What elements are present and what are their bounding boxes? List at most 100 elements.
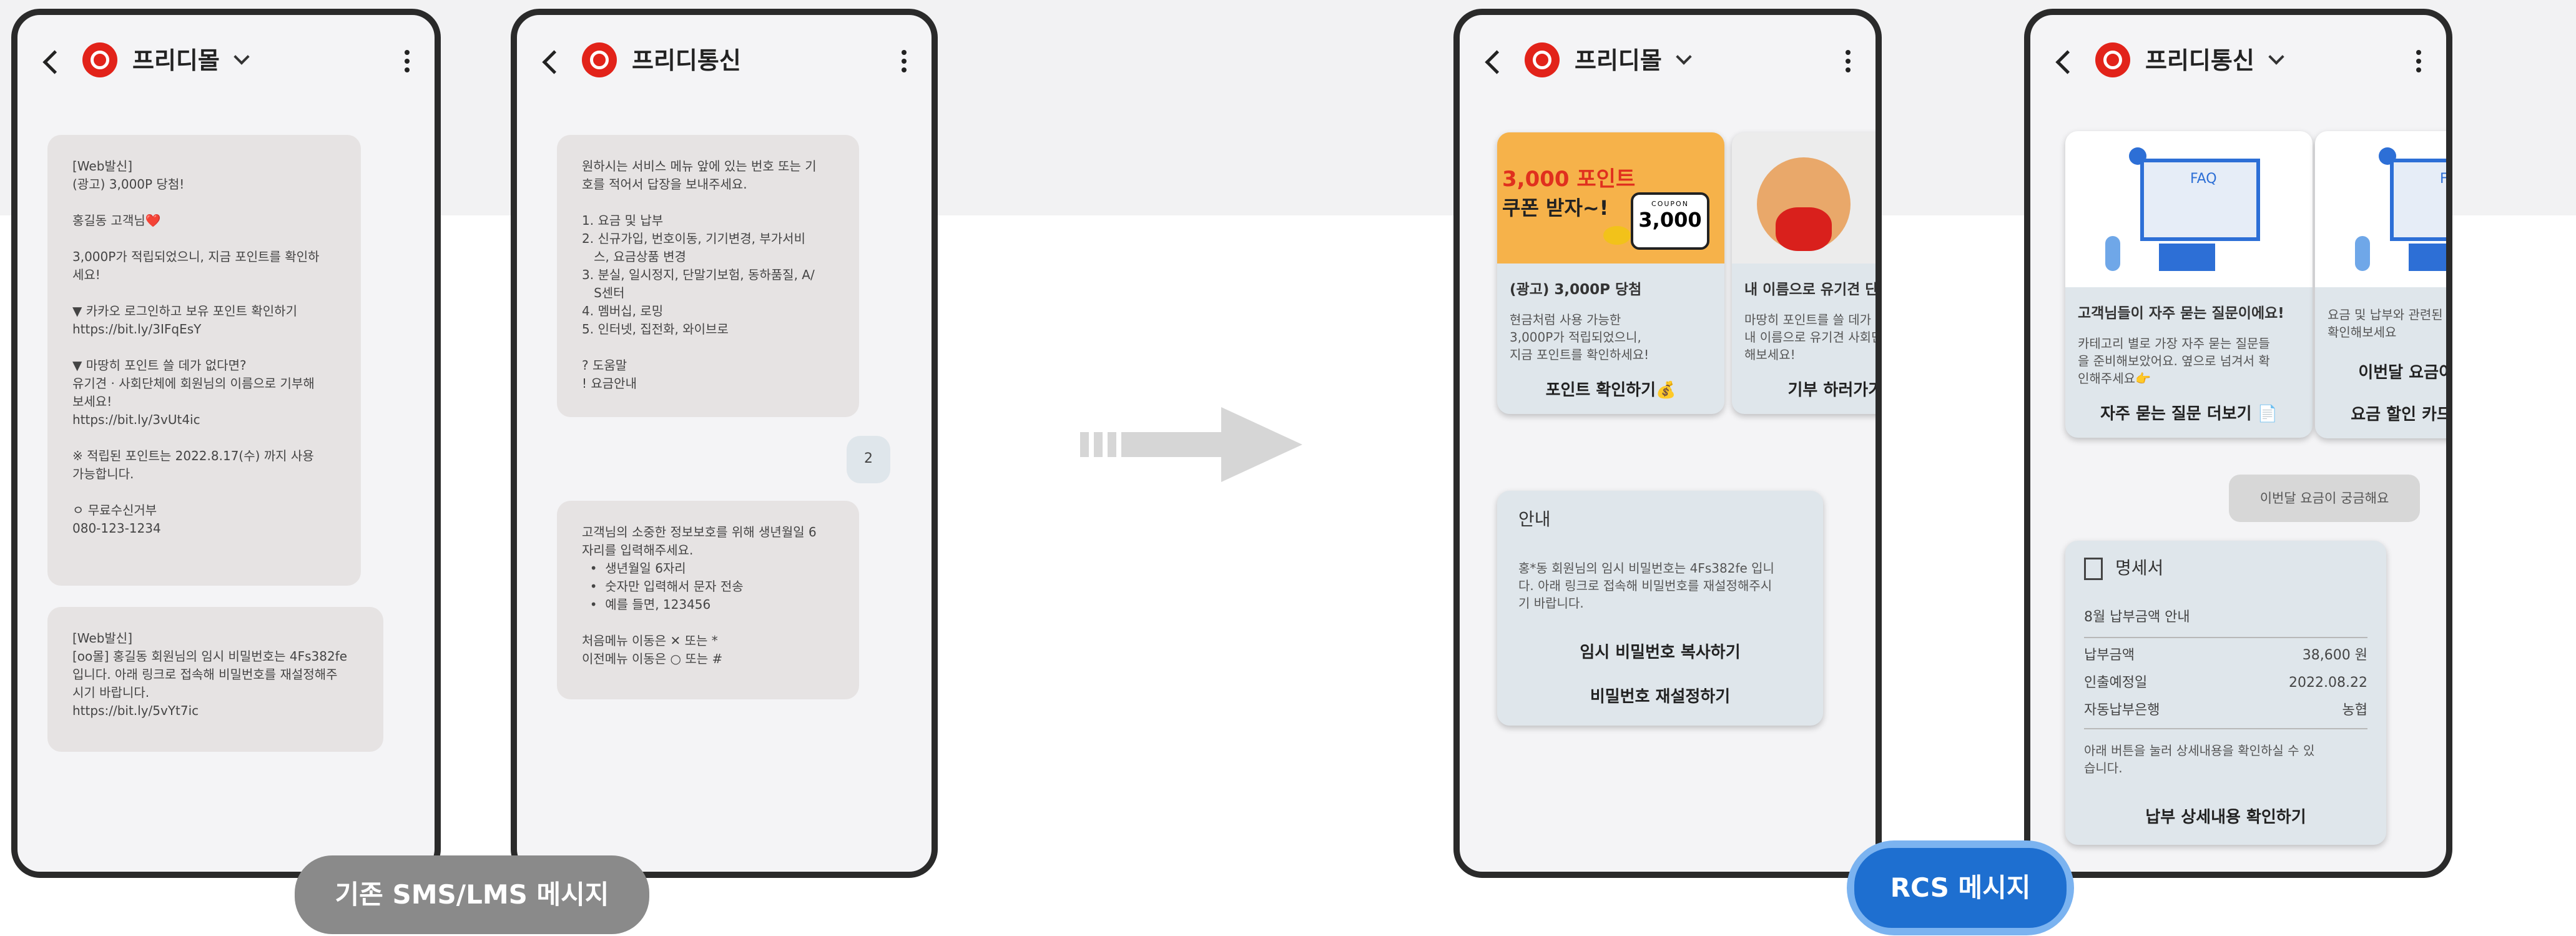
message-line: 입니다. 아래 링크로 접속해 비밀번호를 재설정해주 (72, 667, 338, 682)
message-line: 시기 바랍니다. (72, 685, 150, 700)
faq-image: FAQ (2315, 131, 2446, 287)
back-icon[interactable] (42, 50, 67, 74)
message-line (582, 614, 834, 632)
card-text: 카테고리 별로 가장 자주 묻는 질문들 을 준비해보았어요. 옆으로 넘겨서 확… (2078, 336, 2270, 386)
message-line (72, 483, 336, 501)
coupon-image: 3,000 포인트 쿠폰 받자~! COUPON 3,000 (1497, 132, 1724, 264)
message-line: 스, 요금상품 변경 (582, 249, 686, 264)
message-line: (광고) 3,000P 당첨! (72, 177, 185, 192)
message-line: 처음메뉴 이동은 ✕ 또는 * (582, 633, 718, 648)
back-icon[interactable] (542, 50, 566, 74)
chat-title: 프리디통신 (632, 47, 741, 74)
message-line (72, 194, 336, 212)
card-title: 내 이름으로 유기견 단체 기부를? (1744, 282, 1879, 298)
message-line: 원하시는 서비스 메뉴 앞에 있는 번호 또는 기 (582, 159, 817, 174)
brand-logo (2095, 42, 2130, 77)
coupon-ticket: COUPON 3,000 (1631, 192, 1709, 250)
coupon-subline: 쿠폰 받자~! (1502, 196, 1609, 220)
receipt-subtitle: 8월 납부금액 안내 (2084, 609, 2190, 625)
reset-password-button[interactable]: 비밀번호 재설정하기 (1518, 684, 1802, 707)
phone-rcs-telecom: 프리디통신 FAQ 고객님들이 자주 묻는 질문이에요! 카테고리 별로 가장 … (2024, 9, 2452, 878)
faq-badge: FAQ (2190, 171, 2217, 187)
more-menu-icon[interactable] (902, 50, 908, 75)
donate-button[interactable]: 기부 하러가기💛 (1744, 377, 1875, 400)
back-icon[interactable] (1485, 50, 1509, 74)
message-line: • 숫자만 입력해서 문자 전송 (582, 579, 744, 594)
copy-password-button[interactable]: 임시 비밀번호 복사하기 (1518, 639, 1802, 663)
chat-header: 프리디통신 (2030, 15, 2446, 115)
message-line: ▼ 카카오 로그인하고 보유 포인트 확인하기 (72, 303, 297, 318)
message-line: ? 도움말 (582, 358, 627, 373)
plant-icon (2355, 236, 2370, 271)
card-text: 마땅히 포인트를 쓸 데가 없다면?내 이름으로 유기견 사회단체에 기부해보세… (1744, 312, 1882, 362)
message-line (582, 338, 834, 357)
message-line: • 예를 들면, 123456 (582, 597, 711, 612)
sms-label: 기존 SMS/LMS 메시지 (295, 855, 649, 934)
brand-logo (1525, 42, 1560, 77)
message-line: https://bit.ly/3vUt4ic (72, 412, 200, 427)
brand-logo (82, 42, 117, 77)
message-line: [oo몰] 홍길동 회원님의 임시 비밀번호는 4Fs382fe (72, 649, 348, 664)
message-line: 자리를 입력해주세요. (582, 543, 694, 558)
message-line: 홍길동 고객님❤️ (72, 213, 161, 228)
more-menu-icon[interactable] (2416, 50, 2422, 75)
this-month-bill-button[interactable]: 이번달 요금이 궁금해요 (2328, 360, 2446, 383)
coupon-headline: 3,000 포인트 (1502, 167, 1636, 192)
phone-rcs-mall: 프리디몰 3,000 포인트 쿠폰 받자~! COUPON 3,000 (광고)… (1453, 9, 1882, 878)
phone-sms-mall: 프리디몰 [Web발신] (광고) 3,000P 당첨! 홍길동 고객님❤️ 3,00… (11, 9, 441, 878)
payment-detail-button[interactable]: 납부 상세내용 확인하기 (2084, 804, 2367, 827)
receipt-row: 납부금액 38,600 원 (2084, 648, 2367, 663)
message-bubble: [Web발신] [oo몰] 홍길동 회원님의 임시 비밀번호는 4Fs382fe 입… (47, 607, 383, 752)
chevron-down-icon[interactable] (234, 49, 250, 65)
message-line: ㅇ 무료수신거부 (72, 503, 157, 518)
rcs-label: RCS 메시지 (1854, 848, 2067, 928)
message-bubble: 원하시는 서비스 메뉴 앞에 있는 번호 또는 기호를 적어서 답장을 보내주세… (557, 135, 859, 417)
message-line: 3,000P가 적립되었으니, 지금 포인트를 확인하 (72, 249, 320, 264)
chat-title[interactable]: 프리디몰 (1575, 45, 1692, 76)
receipt-card: 명세서 8월 납부금액 안내 납부금액 38,600 원 인출예정일 2022.08… (2065, 541, 2386, 845)
chevron-down-icon[interactable] (2268, 49, 2284, 65)
message-line (72, 338, 336, 357)
monitor-stand (2159, 244, 2215, 271)
more-menu-icon[interactable] (1846, 50, 1852, 75)
phone-sms-telecom: 프리디통신 원하시는 서비스 메뉴 앞에 있는 번호 또는 기호를 적어서 답장… (511, 9, 938, 878)
message-line: 1. 요금 및 납부 (582, 213, 664, 228)
receipt-row: 인출예정일 2022.08.22 (2084, 675, 2367, 691)
more-menu-icon[interactable] (405, 50, 411, 75)
notice-card: 안내 홍*동 회원님의 임시 비밀번호는 4Fs382fe 입니 다. 아래 링크… (1497, 491, 1823, 726)
message-line (582, 194, 834, 212)
message-line (72, 429, 336, 447)
faq-card[interactable]: FAQ 고객님들이 자주 묻는 질문이에요! 카테고리 별로 가장 자주 묻는 … (2065, 131, 2313, 438)
chat-title[interactable]: 프리디몰 (132, 45, 250, 76)
rich-card-donation[interactable]: 내 이름으로 유기견 단체 기부를? 마땅히 포인트를 쓸 데가 없다면?내 이… (1732, 132, 1882, 414)
brand-logo (582, 42, 617, 77)
rich-card-coupon[interactable]: 3,000 포인트 쿠폰 받자~! COUPON 3,000 (광고) 3,00… (1497, 132, 1724, 414)
message-line: [Web발신] (72, 631, 133, 646)
message-line: ▼ 마땅히 포인트 쓸 데가 없다면? (72, 358, 247, 373)
faq-image: FAQ (2065, 131, 2313, 287)
message-bubble: [Web발신] (광고) 3,000P 당첨! 홍길동 고객님❤️ 3,000P가 적… (47, 135, 361, 586)
chevron-down-icon[interactable] (1676, 49, 1692, 65)
chat-title[interactable]: 프리디통신 (2145, 45, 2284, 76)
message-line: https://bit.ly/5vYt7ic (72, 703, 199, 718)
message-line: 보세요! (72, 394, 112, 409)
check-points-button[interactable]: 포인트 확인하기💰 (1510, 377, 1712, 400)
message-line: ※ 적립된 포인트는 2022.8.17(수) 까지 사용 (72, 448, 314, 463)
reply-chip: 이번달 요금이 궁금해요 (2229, 475, 2420, 522)
coin-icon (1603, 226, 1631, 245)
puppy-image (1732, 132, 1875, 264)
card-title: 고객님들이 자주 묻는 질문이에요! (2078, 305, 2284, 322)
back-icon[interactable] (2055, 50, 2080, 74)
monitor-stand (2409, 244, 2446, 271)
message-line (72, 284, 336, 302)
message-line: 호를 적어서 답장을 보내주세요. (582, 177, 747, 192)
discount-card-button[interactable]: 요금 할인 카드는 없나요? (2328, 401, 2446, 425)
faq-card[interactable]: FAQ 요금 및 납부와 관련된 문의사항들을확인해보세요 이번달 요금이 궁금… (2315, 131, 2446, 438)
message-line: https://bit.ly/3IFqEsY (72, 322, 202, 337)
message-line: 세요! (72, 267, 101, 282)
more-faq-button[interactable]: 자주 묻는 질문 더보기 📄 (2078, 401, 2300, 424)
receipt-note: 아래 버튼을 눌러 상세내용을 확인하실 수 있 습니다. (2084, 743, 2315, 776)
arrow-icon (1080, 407, 1305, 482)
message-line: 2. 신규가입, 번호이동, 기기변경, 부가서비 (582, 231, 805, 246)
message-line: 3. 분실, 일시정지, 단말기보험, 동하품질, A/ (582, 267, 815, 282)
